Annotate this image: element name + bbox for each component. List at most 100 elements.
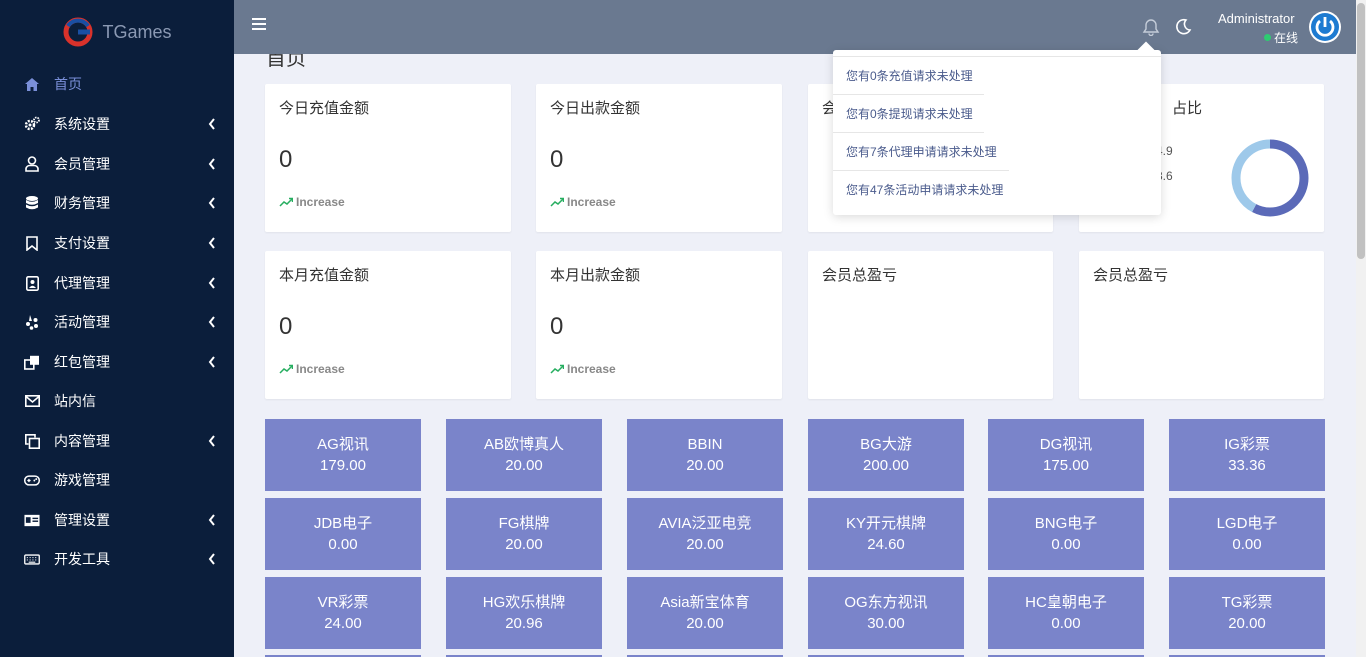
stat-card-member-total-pnl-2: 会员总盈亏 [1079, 251, 1324, 399]
sidebar-item-label: 红包管理 [54, 354, 110, 370]
sidebar-item-agent-management[interactable]: 代理管理 [0, 264, 234, 302]
cogs-icon [24, 116, 40, 132]
sidebar-item-home[interactable]: 首页 [0, 65, 234, 103]
sidebar-item-admin-settings[interactable]: 管理设置 [0, 501, 234, 539]
sidebar-item-label: 开发工具 [54, 551, 110, 567]
sidebar-item-label: 活动管理 [54, 314, 110, 330]
trend-up-icon [279, 364, 293, 374]
chevron-left-icon [208, 553, 215, 565]
sidebar-item-finance-management[interactable]: 财务管理 [0, 184, 234, 222]
sidebar-item-system-settings[interactable]: 系统设置 [0, 105, 234, 143]
card-value: 0 [550, 146, 564, 173]
chevron-left-icon [208, 158, 215, 170]
game-tile[interactable]: IG彩票 33.36 [1169, 419, 1325, 491]
game-amount: 0.00 [328, 536, 358, 553]
game-amount: 179.00 [320, 457, 366, 474]
game-name: JDB电子 [313, 515, 373, 532]
user-icon [24, 156, 40, 172]
sidebar-item-dev-tools[interactable]: 开发工具 [0, 540, 234, 578]
game-tile[interactable]: HG欢乐棋牌 20.96 [446, 577, 602, 649]
game-tile[interactable]: KY开元棋牌 24.60 [808, 498, 964, 570]
game-name: BG大游 [860, 436, 912, 453]
stat-card-month-deposit: 本月充值金额 0 Increase [265, 251, 511, 399]
game-tile[interactable]: LGD电子 0.00 [1169, 498, 1325, 570]
hamburger-menu-icon[interactable] [252, 18, 266, 30]
status-dot-icon [1264, 34, 1271, 41]
game-name: OG东方视讯 [844, 594, 928, 611]
bell-icon[interactable] [1142, 18, 1160, 36]
notification-withdraw-requests[interactable]: 您有0条提现请求未处理 [846, 105, 973, 122]
divider [833, 132, 984, 133]
game-tile[interactable]: FG棋牌 20.00 [446, 498, 602, 570]
notification-activity-requests[interactable]: 您有47条活动申请请求未处理 [846, 181, 1003, 198]
stat-card-month-withdrawal: 本月出款金额 0 Increase [536, 251, 782, 399]
game-tile[interactable]: TG彩票 20.00 [1169, 577, 1325, 649]
sidebar-item-content-management[interactable]: 内容管理 [0, 422, 234, 460]
moon-icon[interactable] [1174, 18, 1192, 36]
clone-icon [24, 354, 40, 370]
sidebar-item-label: 支付设置 [54, 235, 110, 251]
card-trend: Increase [279, 362, 345, 376]
card-value: 0 [550, 313, 564, 340]
game-amount: 33.36 [1228, 457, 1266, 474]
sidebar-item-label: 代理管理 [54, 275, 110, 291]
trend-label: Increase [567, 195, 616, 209]
game-tile[interactable]: OG东方视讯 30.00 [808, 577, 964, 649]
donut-chart [1231, 139, 1309, 217]
card-title: 今日出款金额 [550, 100, 641, 117]
home-icon [24, 76, 40, 92]
chevron-left-icon [208, 118, 215, 130]
stat-card-today-deposit: 今日充值金额 0 Increase [265, 84, 511, 232]
game-tile[interactable]: VR彩票 24.00 [265, 577, 421, 649]
game-name: AG视讯 [317, 436, 369, 453]
game-amount: 175.00 [1043, 457, 1089, 474]
scrollbar-thumb[interactable] [1357, 3, 1365, 259]
game-amount: 0.00 [1051, 615, 1081, 632]
copy-icon [24, 433, 40, 449]
game-tile[interactable]: BG大游 200.00 [808, 419, 964, 491]
game-tile[interactable]: JDB电子 0.00 [265, 498, 421, 570]
card-title: 本月充值金额 [279, 267, 370, 284]
chevron-left-icon [208, 237, 215, 249]
game-tile[interactable]: BBIN 20.00 [627, 419, 783, 491]
sidebar-item-game-management[interactable]: 游戏管理 [0, 461, 234, 499]
game-tile[interactable]: HC皇朝电子 0.00 [988, 577, 1144, 649]
game-amount: 20.00 [686, 536, 724, 553]
admin-name[interactable]: Administrator [1218, 11, 1295, 26]
game-name: BBIN [687, 436, 723, 453]
game-tile[interactable]: BNG电子 0.00 [988, 498, 1144, 570]
chevron-left-icon [208, 514, 215, 526]
game-amount: 200.00 [863, 457, 909, 474]
page-scrollbar[interactable] [1356, 0, 1366, 657]
sidebar-item-site-messages[interactable]: 站内信 [0, 382, 234, 420]
game-tile[interactable]: AVIA泛亚电竞 20.00 [627, 498, 783, 570]
online-status: 在线 [1264, 29, 1298, 46]
game-tile[interactable]: AB欧博真人 20.00 [446, 419, 602, 491]
sidebar-item-member-management[interactable]: 会员管理 [0, 145, 234, 183]
game-name: AVIA泛亚电竞 [658, 515, 752, 532]
sidebar-item-payment-settings[interactable]: 支付设置 [0, 224, 234, 262]
sidebar-item-activity-management[interactable]: 活动管理 [0, 303, 234, 341]
game-amount: 0.00 [1051, 536, 1081, 553]
notification-deposit-requests[interactable]: 您有0条充值请求未处理 [846, 67, 973, 84]
game-name: HG欢乐棋牌 [482, 594, 566, 611]
game-name: BNG电子 [1034, 515, 1098, 532]
game-tile[interactable]: AG视讯 179.00 [265, 419, 421, 491]
sidebar-item-red-packet-management[interactable]: 红包管理 [0, 343, 234, 381]
sidebar-item-label: 管理设置 [54, 512, 110, 528]
brand[interactable]: TGames [0, 0, 234, 64]
game-name: KY开元棋牌 [845, 515, 926, 532]
power-icon [1311, 13, 1339, 41]
sidebar-item-label: 会员管理 [54, 156, 110, 172]
contact-icon [24, 275, 40, 291]
chevron-left-icon [208, 316, 215, 328]
game-amount: 20.00 [1228, 615, 1266, 632]
game-tile[interactable]: Asia新宝体育 20.00 [627, 577, 783, 649]
card-trend: Increase [279, 195, 345, 209]
game-tile[interactable]: DG视讯 175.00 [988, 419, 1144, 491]
game-name: TG彩票 [1221, 594, 1273, 611]
notification-agent-requests[interactable]: 您有7条代理申请请求未处理 [846, 143, 997, 160]
avatar[interactable] [1309, 11, 1341, 43]
game-name: FG棋牌 [498, 515, 550, 532]
game-amount: 20.00 [686, 457, 724, 474]
